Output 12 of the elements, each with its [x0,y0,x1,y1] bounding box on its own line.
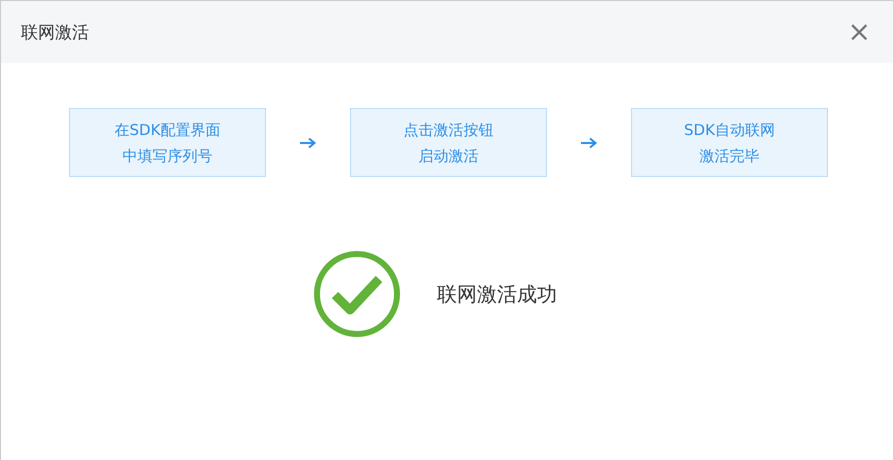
close-button[interactable]: × [844,18,875,46]
step-text: 点击激活按钮 [404,120,494,140]
step-text: 中填写序列号 [122,146,212,166]
success-message: 联网激活成功 [437,280,557,308]
step-text: 激活完毕 [700,146,760,166]
arrow-icon [580,136,598,148]
step-text: 启动激活 [418,146,478,166]
success-check-icon [313,250,401,338]
window-title: 联网激活 [21,22,89,44]
step-text: 在SDK配置界面 [114,120,220,140]
step-text: SDK自动联网 [684,120,775,140]
arrow-icon [299,136,317,148]
